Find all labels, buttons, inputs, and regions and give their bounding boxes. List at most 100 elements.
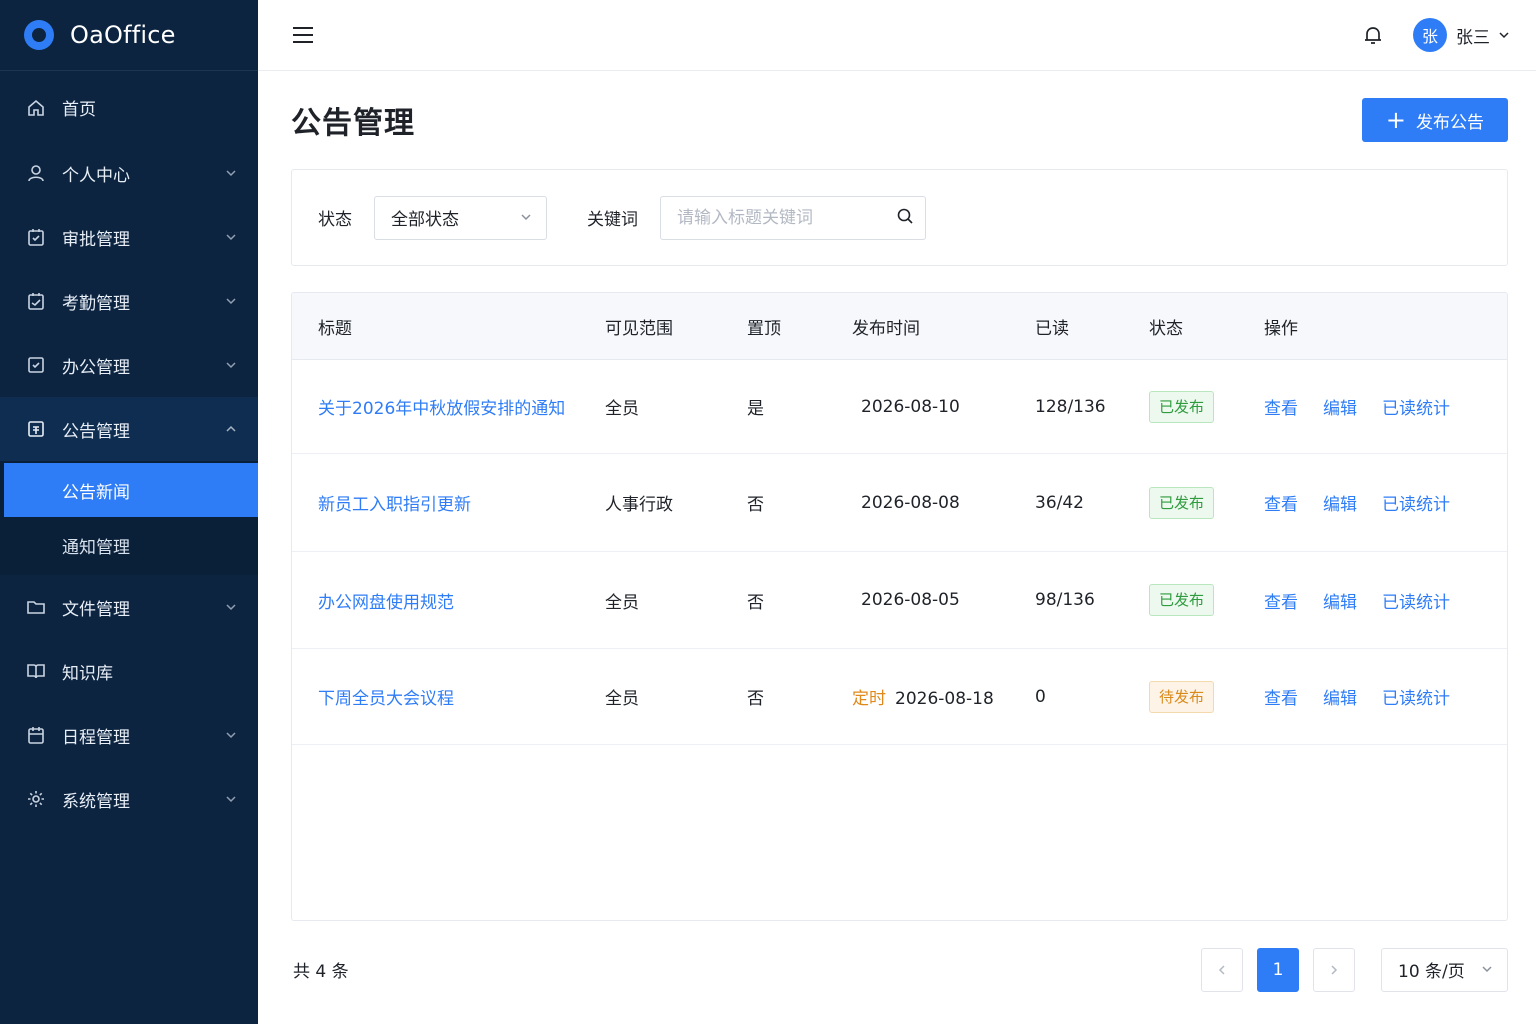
chevron-down-icon [224, 358, 238, 372]
status-badge: 已发布 [1149, 486, 1215, 519]
row-actions: 查看 编辑 已读统计 [1264, 490, 1507, 515]
plus-icon: + [1385, 106, 1406, 134]
approval-icon [26, 227, 46, 247]
chevron-down-icon [224, 728, 238, 742]
column-header-read: 已读 [1035, 318, 1069, 339]
edit-action[interactable]: 编辑 [1323, 684, 1357, 709]
sidebar-item-files[interactable]: 文件管理 [0, 575, 258, 639]
view-action[interactable]: 查看 [1264, 394, 1298, 419]
main-content: 公告管理 + 发布公告 状态 全部状态 关键词 标题 可见范围 置顶 发布时间 … [258, 71, 1536, 1024]
row-actions: 查看 编辑 已读统计 [1264, 394, 1507, 419]
publish-announcement-button[interactable]: + 发布公告 [1361, 98, 1508, 142]
sidebar-item-label: 日程管理 [62, 727, 130, 748]
sidebar-menu: 首页 个人中心 审批管理 考勤管理 办公管理 公告管理 公告新闻 通知管理 文件… [0, 71, 258, 831]
view-action[interactable]: 查看 [1264, 684, 1298, 709]
read-stats-action[interactable]: 已读统计 [1382, 684, 1450, 709]
keyword-search [660, 195, 926, 240]
read-stats-action[interactable]: 已读统计 [1382, 588, 1450, 613]
sidebar-subitem-news[interactable]: 公告新闻 [4, 463, 258, 517]
total-count: 共 4 条 [293, 962, 349, 982]
read-cell: 0 [1035, 686, 1046, 707]
sidebar-item-label: 文件管理 [62, 599, 130, 620]
sidebar-item-personal[interactable]: 个人中心 [0, 141, 258, 205]
brand-logo-icon [24, 20, 54, 50]
column-header-actions: 操作 [1264, 318, 1298, 339]
sidebar-item-approval[interactable]: 审批管理 [0, 205, 258, 269]
table-header: 标题 可见范围 置顶 发布时间 已读 状态 操作 [292, 293, 1507, 360]
attendance-icon [26, 291, 46, 311]
sidebar-item-schedule[interactable]: 日程管理 [0, 703, 258, 767]
sidebar-item-home[interactable]: 首页 [0, 74, 258, 141]
view-action[interactable]: 查看 [1264, 588, 1298, 613]
brand[interactable]: OaOffice [0, 0, 258, 71]
row-actions: 查看 编辑 已读统计 [1264, 588, 1507, 613]
home-icon [26, 98, 46, 118]
sidebar-item-attendance[interactable]: 考勤管理 [0, 269, 258, 333]
chevron-down-icon [1498, 26, 1510, 45]
next-page-button[interactable] [1313, 947, 1355, 992]
time-cell: 定时 2026-08-18 [852, 684, 1035, 709]
keyword-input[interactable] [677, 207, 896, 228]
announcement-table: 标题 可见范围 置顶 发布时间 已读 状态 操作 关于2026年中秋放假安排的通… [291, 292, 1508, 921]
announcement-title-link[interactable]: 关于2026年中秋放假安排的通知 [318, 399, 565, 419]
sidebar-subitem-notice[interactable]: 通知管理 [0, 517, 258, 573]
announcement-title-link[interactable]: 下周全员大会议程 [318, 689, 454, 709]
bell-icon[interactable] [1361, 23, 1385, 47]
menu-toggle-icon[interactable] [292, 24, 314, 46]
read-stats-action[interactable]: 已读统计 [1382, 394, 1450, 419]
user-icon [26, 163, 46, 183]
announcement-icon [26, 419, 46, 439]
edit-action[interactable]: 编辑 [1323, 490, 1357, 515]
prev-page-button[interactable] [1201, 947, 1243, 992]
sidebar-item-label: 公告管理 [62, 421, 130, 442]
chevron-right-icon [1331, 964, 1338, 975]
chevron-down-icon [224, 230, 238, 244]
sidebar-item-system[interactable]: 系统管理 [0, 767, 258, 831]
search-icon[interactable] [896, 207, 914, 229]
time-value: 2026-08-05 [861, 590, 960, 610]
filter-bar: 状态 全部状态 关键词 [291, 169, 1508, 266]
scope-cell: 全员 [605, 592, 639, 613]
edit-action[interactable]: 编辑 [1323, 394, 1357, 419]
time-cell: 2026-08-08 [852, 493, 1035, 513]
chevron-down-icon [1481, 960, 1493, 980]
announcement-title-link[interactable]: 办公网盘使用规范 [318, 593, 454, 613]
status-filter-label: 状态 [318, 210, 352, 230]
pinned-cell: 是 [747, 399, 764, 419]
time-value: 2026-08-08 [861, 492, 960, 513]
sidebar: OaOffice 首页 个人中心 审批管理 考勤管理 办公管理 公告管理 公告新… [0, 0, 258, 1024]
pagination-bar: 共 4 条 1 10 条/页 [291, 921, 1508, 1018]
table-row: 下周全员大会议程 全员 否 定时 2026-08-18 0 待发布 查看 编辑 已… [292, 649, 1507, 745]
read-stats-action[interactable]: 已读统计 [1382, 490, 1450, 515]
row-actions: 查看 编辑 已读统计 [1264, 684, 1507, 709]
time-value: 2026-08-10 [861, 396, 960, 417]
scope-cell: 全员 [605, 689, 639, 709]
sidebar-item-announcement[interactable]: 公告管理 [0, 397, 258, 461]
chevron-down-icon [520, 208, 532, 228]
column-header-title: 标题 [318, 318, 352, 339]
pinned-cell: 否 [747, 689, 764, 709]
chevron-up-icon [224, 422, 238, 436]
time-value: 2026-08-18 [895, 689, 994, 709]
gear-icon [26, 789, 46, 809]
office-icon [26, 355, 46, 375]
page-size-select[interactable]: 10 条/页 [1381, 947, 1508, 992]
sidebar-item-label: 个人中心 [62, 165, 130, 186]
read-cell: 36/42 [1035, 492, 1084, 513]
status-badge: 已发布 [1149, 584, 1215, 616]
column-header-pinned: 置顶 [747, 318, 781, 339]
announcement-title-link[interactable]: 新员工入职指引更新 [318, 495, 471, 515]
time-cell: 2026-08-05 [852, 590, 1035, 610]
sidebar-item-office[interactable]: 办公管理 [0, 333, 258, 397]
read-cell: 98/136 [1035, 590, 1095, 610]
view-action[interactable]: 查看 [1264, 490, 1298, 515]
sidebar-item-knowledge[interactable]: 知识库 [0, 639, 258, 703]
page-number-button[interactable]: 1 [1257, 947, 1299, 992]
user-menu[interactable]: 张 张三 [1413, 18, 1510, 52]
chevron-left-icon [1218, 964, 1225, 975]
page-title: 公告管理 [291, 106, 415, 141]
status-select[interactable]: 全部状态 [374, 195, 547, 240]
table-row: 办公网盘使用规范 全员 否 2026-08-05 98/136 已发布 查看 编… [292, 552, 1507, 649]
sidebar-item-label: 办公管理 [62, 357, 130, 378]
edit-action[interactable]: 编辑 [1323, 588, 1357, 613]
